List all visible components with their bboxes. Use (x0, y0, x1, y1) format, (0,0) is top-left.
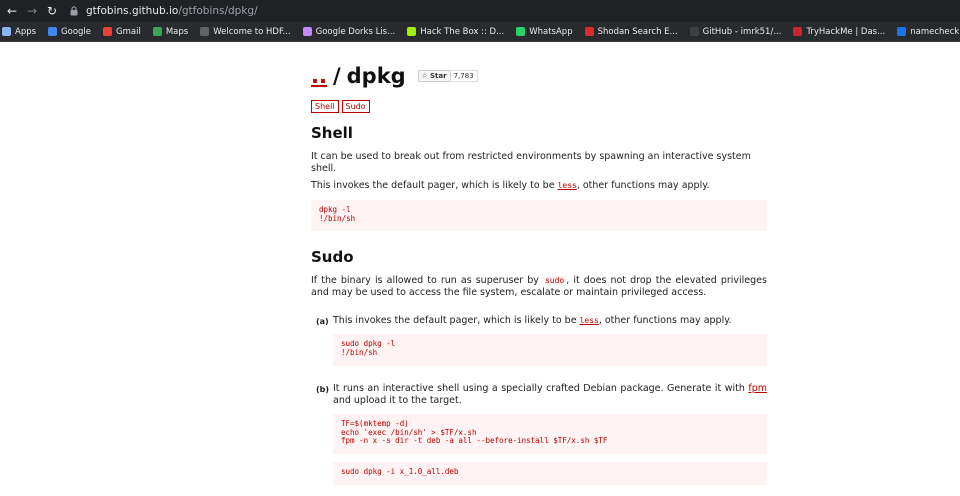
back-arrow-icon[interactable]: ← (4, 3, 20, 19)
bookmark-label: Maps (165, 26, 189, 37)
item-label-a: (a) (316, 317, 329, 326)
bookmark-label: Google Dorks Lis... (315, 26, 396, 37)
section-heading-shell: Shell (311, 124, 353, 142)
bookmark-item[interactable]: TryHackMe | Das... (793, 27, 885, 37)
function-tags: Shell Sudo (311, 100, 373, 113)
lock-icon (70, 6, 80, 16)
sudo-b-code-block-2[interactable]: sudo dpkg -i x_1.0_all.deb (333, 462, 767, 485)
star-icon: ☆ (421, 72, 428, 80)
shell-code-block[interactable]: dpkg -l !/bin/sh (311, 200, 767, 231)
sudo-a-description: This invokes the default pager, which is… (333, 315, 732, 326)
url-path: /gtfobins/dpkg/ (178, 5, 258, 17)
bookmark-favicon-icon (152, 27, 162, 36)
forward-arrow-icon[interactable]: → (24, 3, 40, 19)
bookmark-item[interactable]: Shodan Search E... (584, 26, 678, 37)
bookmark-favicon-icon (200, 27, 210, 36)
sudo-b-description: It runs an interactive shell using a spe… (333, 383, 767, 406)
sudo-inline-code: sudo (542, 276, 567, 285)
shell-description: It can be used to break out from restric… (311, 151, 751, 174)
bookmark-favicon-icon (689, 27, 699, 36)
bookmark-label: Apps (15, 26, 37, 37)
bookmark-favicon-icon (897, 27, 907, 36)
github-star-widget: ☆ Star 7,783 (417, 70, 478, 82)
bookmark-favicon-icon (793, 27, 803, 36)
sudo-description: If the binary is allowed to run as super… (311, 275, 767, 298)
bookmark-item[interactable]: Gmail (103, 27, 141, 37)
section-heading-sudo: Sudo (311, 248, 354, 266)
bookmark-item[interactable]: Welcome to HDF... (200, 26, 291, 37)
sudo-b-code-block-1[interactable]: TF=$(mktemp -d) echo 'exec /bin/sh' > $T… (333, 414, 767, 454)
browser-toolbar: ← → ↻ gtfobins.github.io/gtfobins/dpkg/ (0, 0, 960, 22)
bookmark-favicon-icon (302, 27, 312, 36)
bookmark-label: TryHackMe | Das... (806, 26, 886, 37)
fpm-link[interactable]: fpm (748, 383, 767, 394)
bookmark-item[interactable]: Google Dorks Lis... (302, 26, 396, 37)
bookmark-favicon-icon (103, 27, 113, 36)
bookmark-label: Welcome to HDF... (213, 26, 291, 37)
bookmark-label: Hack The Box :: D... (420, 26, 505, 37)
title-separator: / (332, 64, 341, 88)
url-host: gtfobins.github.io (86, 5, 179, 17)
bookmark-label: GitHub - imrk51/... (702, 26, 782, 37)
bookmark-item[interactable]: GitHub - imrk51/... (689, 26, 782, 37)
bookmark-item[interactable]: namecheckr | So... (897, 27, 960, 37)
bookmark-label: namecheckr | So... (910, 26, 960, 37)
bookmark-favicon-icon (516, 27, 526, 36)
star-label: Star (429, 72, 447, 80)
bookmark-favicon-icon (584, 27, 594, 36)
star-button[interactable]: ☆ Star (417, 70, 451, 82)
bookmark-label: Gmail (116, 26, 141, 37)
bookmark-label: WhatsApp (529, 26, 573, 37)
reload-icon[interactable]: ↻ (44, 3, 60, 19)
binary-name: dpkg (346, 64, 406, 88)
bookmark-label: Google (61, 26, 92, 37)
star-count[interactable]: 7,783 (450, 70, 478, 82)
bookmark-item[interactable]: Apps (2, 27, 36, 37)
shell-pager-note: This invokes the default pager, which is… (311, 180, 710, 191)
less-link-sudo[interactable]: less (580, 316, 599, 325)
bookmark-favicon-icon (407, 27, 417, 36)
back-link[interactable]: .. (311, 64, 327, 88)
sudo-a-code-block[interactable]: sudo dpkg -l !/bin/sh (333, 334, 767, 366)
bookmark-favicon-icon (48, 27, 58, 36)
apps-grid-icon (2, 27, 11, 36)
item-label-b: (b) (316, 385, 330, 394)
less-link[interactable]: less (558, 181, 577, 190)
bookmark-item[interactable]: Maps (152, 26, 189, 37)
tag-shell[interactable]: Shell (311, 100, 339, 113)
page-title: .. / dpkg ☆ Star 7,783 (311, 64, 478, 88)
page-content: .. / dpkg ☆ Star 7,783 Shell Sudo Shell … (0, 42, 960, 496)
bookmark-item[interactable]: Hack The Box :: D... (407, 27, 504, 37)
bookmarks-bar: Apps Google Gmail Maps Welcome to HDF... Goog… (0, 22, 960, 42)
bookmark-item[interactable]: Google (48, 27, 91, 37)
tag-sudo[interactable]: Sudo (341, 100, 370, 113)
address-bar[interactable]: gtfobins.github.io/gtfobins/dpkg/ (70, 2, 960, 20)
bookmark-label: Shodan Search E... (597, 26, 678, 37)
bookmark-item[interactable]: WhatsApp (516, 26, 573, 37)
